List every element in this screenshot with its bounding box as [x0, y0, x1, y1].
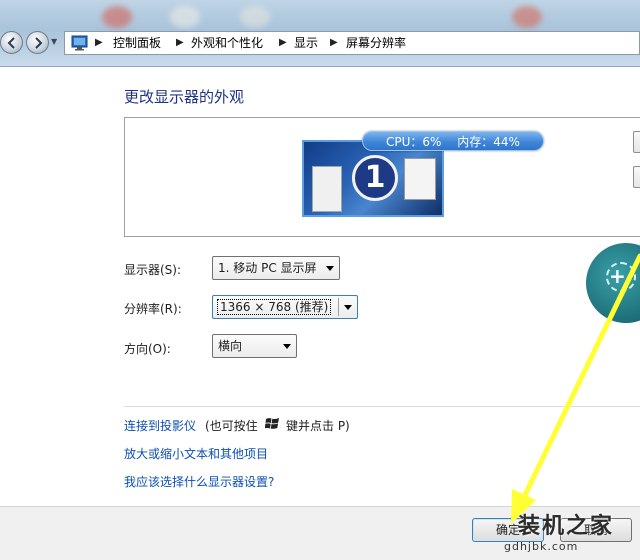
desktop-blur-orb — [170, 6, 200, 28]
display-select-value: 1. 移动 PC 显示屏 — [218, 261, 317, 275]
desktop-blur-orb — [240, 6, 270, 28]
watermark-title: 装机之家 — [518, 514, 615, 539]
monitor-window-thumbnail — [312, 166, 342, 212]
orientation-select-value: 横向 — [218, 339, 243, 353]
monitor-number-badge: 1 — [352, 155, 398, 201]
desktop-blur-orb — [102, 6, 132, 28]
breadcrumb-display[interactable]: 显示 — [294, 36, 318, 50]
watermark-url: gdhjbk.com — [504, 540, 579, 553]
cpu-memory-meter: CPU：6% 内存：44% — [362, 131, 544, 151]
projector-note: (也可按住 — [205, 419, 258, 433]
display-settings-help-link[interactable]: 我应该选择什么显示器设置? — [124, 473, 274, 490]
breadcrumb-screen-resolution[interactable]: 屏幕分辨率 — [346, 36, 406, 50]
address-bar[interactable]: ▶ 控制面板 ▶ 外观和个性化 ▶ 显示 ▶ 屏幕分辨率 — [64, 31, 640, 55]
display-select[interactable]: 1. 移动 PC 显示屏 — [212, 256, 340, 280]
identify-button[interactable] — [633, 166, 640, 188]
memory-usage: 内存：44% — [457, 135, 520, 149]
dropdown-divider — [338, 298, 339, 316]
windows-logo-icon — [265, 418, 279, 429]
history-dropdown-icon[interactable]: ▼ — [51, 36, 61, 48]
desktop-blur-orb — [512, 6, 542, 28]
detect-button[interactable] — [633, 131, 640, 153]
display-label: 显示器(S): — [124, 263, 182, 277]
orientation-label: 方向(O): — [124, 342, 171, 356]
orientation-select[interactable]: 横向 — [212, 334, 297, 358]
forward-button[interactable] — [26, 31, 49, 54]
breadcrumb-control-panel[interactable]: 控制面板 — [113, 36, 161, 50]
control-panel-icon — [71, 35, 88, 51]
breadcrumb-separator[interactable]: ▶ — [95, 36, 103, 50]
resolution-select-value: 1366 × 768 (推荐) — [216, 299, 332, 315]
monitor-window-thumbnail — [404, 158, 436, 200]
cpu-usage: CPU：6% — [386, 135, 442, 149]
connect-projector-link[interactable]: 连接到投影仪 — [124, 417, 196, 434]
resolution-select[interactable]: 1366 × 768 (推荐) — [212, 295, 358, 319]
page-title: 更改显示器的外观 — [124, 88, 245, 106]
breadcrumb-separator[interactable]: ▶ — [279, 36, 287, 50]
breadcrumb-appearance[interactable]: 外观和个性化 — [191, 36, 263, 50]
back-button[interactable] — [0, 31, 23, 54]
section-divider — [124, 406, 640, 407]
chevron-down-icon — [326, 266, 334, 271]
projector-shortcut-note: 键并点击 P) — [286, 419, 350, 433]
breadcrumb-separator[interactable]: ▶ — [330, 36, 338, 50]
chevron-down-icon — [344, 305, 352, 310]
breadcrumb-separator[interactable]: ▶ — [176, 36, 184, 50]
forward-icon — [35, 37, 43, 49]
chevron-down-icon — [283, 344, 291, 349]
resolution-label: 分辨率(R): — [124, 302, 182, 316]
gadget-plus-icon: + — [609, 264, 626, 288]
back-icon — [7, 37, 15, 49]
text-size-link[interactable]: 放大或缩小文本和其他项目 — [124, 445, 268, 462]
